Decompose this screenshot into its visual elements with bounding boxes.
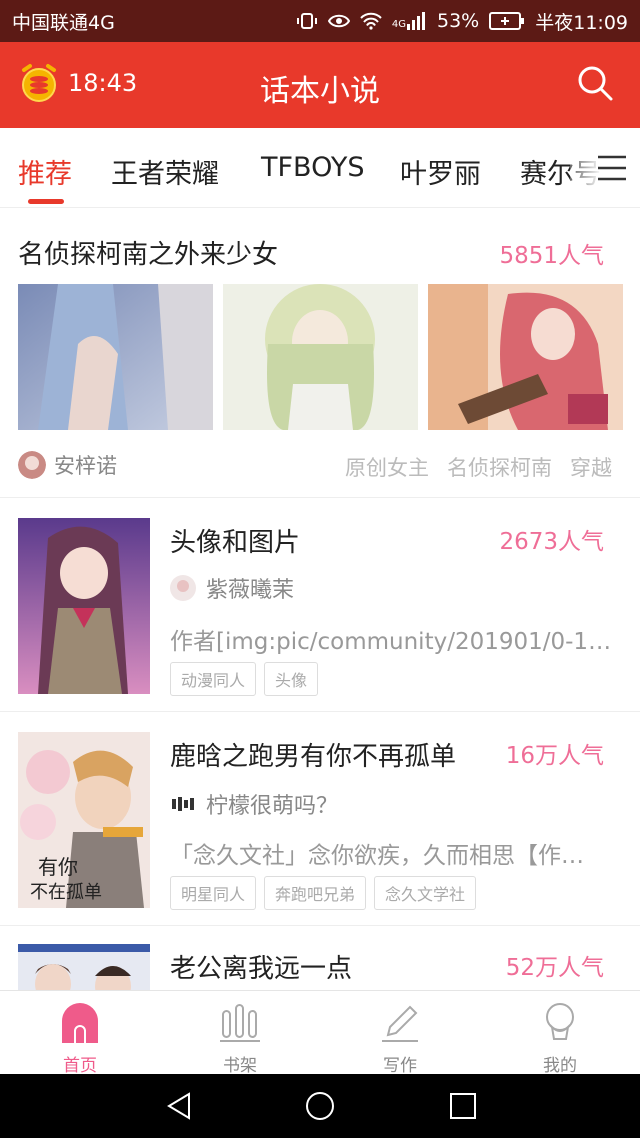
menu-icon[interactable] [596, 154, 628, 182]
story-cover: 有你 不在孤单 [18, 732, 150, 908]
featured-image-2 [223, 284, 418, 430]
signal-icon: 4G [392, 12, 427, 30]
story-card[interactable]: 老公离我远一点 52万人气 [0, 926, 640, 990]
tag[interactable]: 名侦探柯南 [447, 456, 552, 480]
tag-list: 原创女主 名侦探柯南 穿越 [327, 452, 612, 482]
story-description: 「念久文社」念你欲疾，久而相思【作… [170, 843, 584, 869]
recent-apps-icon[interactable] [449, 1092, 477, 1120]
search-icon[interactable] [576, 64, 614, 102]
svg-text:不在孤单: 不在孤单 [30, 882, 102, 903]
nav-bookshelf[interactable]: 书架 [185, 1001, 295, 1076]
story-card[interactable]: 有你 不在孤单 鹿晗之跑男有你不再孤单 16万人气 柠檬很萌吗？ 「念久文社」念… [0, 712, 640, 926]
eye-icon [327, 14, 350, 28]
author-name: 柠檬很萌吗？ [206, 794, 339, 819]
nav-profile[interactable]: 我的 [505, 1001, 615, 1076]
tab-yeluoli[interactable]: 叶罗丽 [400, 152, 481, 191]
status-bar: 中国联通4G 4G 53% 半夜11:09 [0, 0, 640, 42]
tab-wangzhe[interactable]: 王者荣耀 [111, 152, 219, 191]
popularity-label: 16万人气 [505, 743, 604, 769]
tag[interactable]: 明星同人 [170, 876, 257, 910]
featured-image-1 [18, 284, 213, 430]
featured-image-3 [428, 284, 623, 430]
tag[interactable]: 穿越 [570, 456, 612, 480]
story-title: 名侦探柯南之外来少女 [18, 240, 279, 270]
avatar [18, 451, 46, 479]
popularity-label: 2673人气 [499, 529, 604, 555]
battery-percent: 53% [437, 10, 480, 32]
avatar [170, 575, 196, 601]
author-name: 安梓诺 [54, 454, 117, 478]
story-title: 头像和图片 [170, 528, 301, 558]
tag[interactable]: 动漫同人 [170, 662, 257, 696]
home-icon [62, 1003, 98, 1043]
battery-icon [489, 12, 525, 30]
nav-label: 首页 [63, 1056, 97, 1076]
bookshelf-icon [220, 1004, 260, 1042]
vibrate-icon [296, 13, 317, 29]
nav-label: 书架 [223, 1056, 257, 1076]
story-title: 老公离我远一点 [170, 954, 353, 984]
app-header: 18:43 话本小说 [0, 42, 640, 128]
story-card[interactable]: 头像和图片 2673人气 紫薇曦茉 作者[img:pic/community/2… [0, 498, 640, 712]
popularity-label: 5851人气 [499, 243, 604, 269]
app-title: 话本小说 [260, 74, 380, 109]
carrier-label: 中国联通4G [12, 11, 115, 34]
author-row[interactable]: 紫薇曦茉 [170, 572, 294, 604]
cover-lettering: 有你 [38, 855, 78, 879]
home-button-icon[interactable] [305, 1091, 335, 1121]
category-tabs: 推荐 王者荣耀 TFBOYS 叶罗丽 赛尔号 [0, 128, 640, 208]
story-cover [18, 944, 150, 990]
network-type-label: 4G [391, 19, 406, 30]
system-navigation-bar [0, 1074, 640, 1138]
featured-story-card[interactable]: 名侦探柯南之外来少女 5851人气 安梓诺 原创女主 名侦探柯南 穿越 [0, 208, 640, 498]
story-description: 作者[img:pic/community/201901/0-1548… [170, 629, 620, 655]
story-cover [18, 518, 150, 694]
clock: 半夜11:09 [535, 11, 628, 34]
tag[interactable]: 奔跑吧兄弟 [264, 876, 367, 910]
tag[interactable]: 头像 [264, 662, 319, 696]
avatar [172, 797, 194, 811]
wifi-icon [360, 12, 382, 30]
story-title: 鹿晗之跑男有你不再孤单 [170, 742, 457, 772]
tag[interactable]: 念久文学社 [374, 876, 477, 910]
nav-home[interactable]: 首页 [25, 1001, 135, 1076]
profile-icon [546, 1003, 574, 1040]
tab-tfboys[interactable]: TFBOYS [261, 152, 364, 183]
popularity-label: 52万人气 [505, 955, 604, 981]
nav-write[interactable]: 写作 [345, 1001, 455, 1076]
author-name: 紫薇曦茉 [206, 578, 295, 603]
active-tab-indicator [28, 199, 64, 204]
nav-label: 我的 [543, 1056, 577, 1076]
author-row[interactable]: 柠檬很萌吗？ [170, 788, 338, 820]
bottom-navigation: 首页 书架 写作 我的 [0, 990, 640, 1076]
tab-recommend[interactable]: 推荐 [18, 152, 72, 191]
pencil-icon [382, 1005, 418, 1042]
tag-list: 动漫同人 头像 [170, 662, 319, 696]
nav-label: 写作 [383, 1056, 417, 1076]
tag[interactable]: 原创女主 [345, 456, 429, 480]
tag-list: 明星同人 奔跑吧兄弟 念久文学社 [170, 876, 477, 910]
back-icon[interactable] [165, 1092, 193, 1120]
author-row[interactable]: 安梓诺 [18, 450, 117, 480]
